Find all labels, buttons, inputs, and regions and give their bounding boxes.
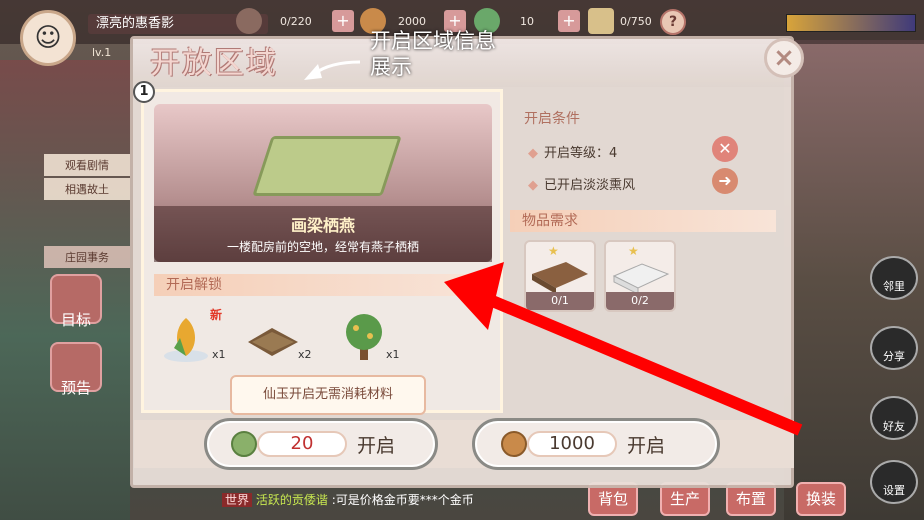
item-slot[interactable]: ★ 0/1 (524, 240, 596, 312)
help-icon[interactable]: ? (660, 9, 686, 35)
preview-button[interactable]: 预告 (50, 342, 102, 397)
goal-button[interactable]: 目标 (50, 274, 102, 329)
jade-value: 10 (520, 15, 534, 28)
energy-icon (236, 8, 262, 34)
energy-value: 0/220 (280, 15, 312, 28)
add-jade-button[interactable]: + (558, 10, 580, 32)
soil-plot-icon (248, 328, 298, 356)
condition-unmet-icon: ✕ (712, 136, 738, 162)
go-arrow-icon[interactable]: ➜ (712, 168, 738, 194)
items-header: 物品需求 (510, 210, 776, 232)
area-description: 一楼配房前的空地，经常有燕子栖栖 (226, 240, 419, 254)
friends-button[interactable]: 好友 (870, 396, 918, 440)
add-energy-button[interactable]: + (332, 10, 354, 32)
gold-coin-icon (501, 431, 527, 457)
dialog-title: 开放区域 (150, 46, 278, 81)
fruit-tree-icon (346, 314, 382, 360)
conditions-title: 开启条件 (524, 111, 580, 127)
chat-message: :可是价格金币要***个金币 (331, 493, 474, 507)
chat-line[interactable]: 世界 活跃的贡倭谐 :可是价格金币要***个金币 (222, 491, 474, 508)
reward-count: x1 (212, 348, 226, 361)
area-map-icon (252, 136, 402, 196)
step-badge: 1 (133, 81, 155, 103)
unlock-header: 开启解锁 (154, 274, 488, 296)
progress-bar (786, 14, 916, 32)
gold-cost: 1000 (527, 431, 617, 457)
material-icon (588, 8, 614, 34)
reward-count: x1 (386, 348, 400, 361)
open-with-jade-button[interactable]: 20 开启 (204, 418, 438, 470)
item-count: 0/2 (606, 292, 674, 310)
settings-button[interactable]: 设置 (870, 460, 918, 504)
area-name: 画梁栖燕 (290, 216, 355, 235)
material-value: 0/750 (620, 15, 652, 28)
open-label: 开启 (627, 435, 666, 457)
chat-channel: 世界 (222, 493, 253, 507)
jade-hint-tooltip: 仙玉开启无需消耗材料 (230, 375, 426, 415)
reward-item[interactable] (338, 308, 390, 364)
close-button[interactable]: × (764, 38, 804, 78)
story-button[interactable]: 观看剧情 (44, 154, 130, 176)
story-sub-label: 相遇故土 (44, 178, 130, 200)
jade-icon (231, 431, 257, 457)
reward-item[interactable] (244, 308, 298, 364)
annotation-text: 开启区域信息 展示 (370, 29, 496, 79)
reward-count: x2 (298, 348, 312, 361)
dressup-button[interactable]: 换装 (796, 482, 846, 516)
share-button[interactable]: 分享 (870, 326, 918, 370)
player-avatar-icon[interactable]: ☺ (20, 10, 76, 66)
neighbor-button[interactable]: 邻里 (870, 256, 918, 300)
estate-affairs-button[interactable]: 庄园事务 (44, 246, 130, 268)
condition-level: ◆ 开启等级：4 (528, 146, 618, 161)
grain-plant-icon (164, 318, 208, 362)
chat-speaker: 活跃的贡倭谐 (255, 493, 328, 507)
open-with-gold-button[interactable]: 1000 开启 (472, 418, 720, 470)
open-label: 开启 (357, 435, 396, 457)
jade-cost: 20 (257, 431, 347, 457)
item-count: 0/1 (526, 292, 594, 310)
reward-item[interactable] (160, 308, 212, 364)
new-tag: 新 (210, 308, 223, 322)
item-slot[interactable]: ★ 0/2 (604, 240, 676, 312)
condition-prereq: ◆ 已开启淡淡熏风 (528, 178, 636, 193)
player-level: lv.1 (92, 46, 112, 59)
